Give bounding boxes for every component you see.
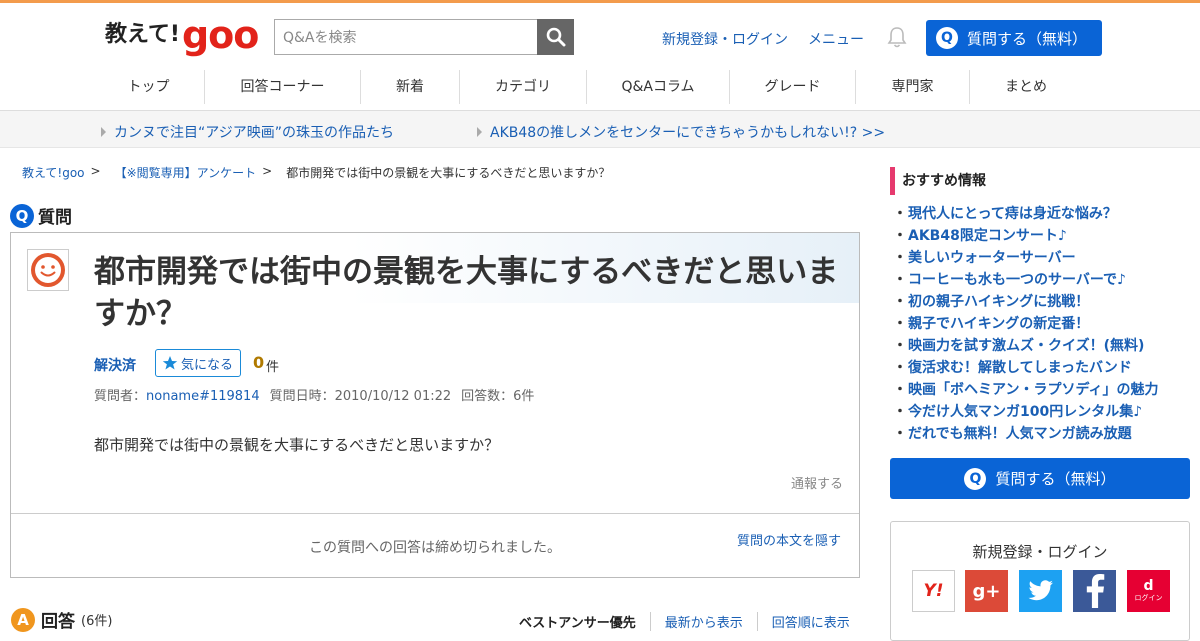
nav-item-matome[interactable]: まとめ: [970, 70, 1082, 104]
nav-item-category[interactable]: カテゴリ: [460, 70, 587, 104]
breadcrumb-home[interactable]: 教えて!goo: [22, 164, 85, 181]
report-link[interactable]: 通報する: [791, 473, 843, 492]
recommended-item[interactable]: ・コーヒーも水も一つのサーバーで♪: [893, 271, 1158, 293]
logo-brand: goo: [181, 13, 259, 57]
site-header: 教えて! goo Q&Aを検索 新規登録・ログイン メニュー Q 質問する（無料…: [0, 3, 1200, 69]
docomo-login-icon[interactable]: d ログイン: [1127, 570, 1170, 612]
nav-item-qa-column[interactable]: Q&Aコラム: [587, 70, 730, 104]
logo-text: 教えて!: [105, 22, 180, 47]
menu-link[interactable]: メニュー: [808, 29, 864, 49]
ask-button-label: 質問する（無料）: [967, 29, 1088, 48]
watch-count: 0: [253, 353, 265, 372]
promo-link-label: AKB48の推しメンをセンターにできちゃうかもしれない!? >>: [490, 125, 886, 141]
promo-link-label: カンヌで注目“アジア映画”の珠玉の作品たち: [114, 125, 394, 141]
main-nav: トップ 回答コーナー 新着 カテゴリ Q&Aコラム グレード 専門家 まとめ: [93, 70, 1082, 106]
register-login-link[interactable]: 新規登録・ログイン: [662, 29, 788, 49]
arrow-right-icon: [101, 127, 106, 137]
answer-a-icon: A: [11, 607, 35, 632]
question-title: 都市開発では街中の景観を大事にするべきだと思いますか？: [94, 254, 839, 332]
ask-question-button[interactable]: Q 質問する（無料）: [926, 20, 1102, 56]
asker-label: 質問者：: [94, 389, 147, 404]
promo-link-asian-film[interactable]: カンヌで注目“アジア映画”の珠玉の作品たち: [101, 122, 394, 142]
question-q-icon: Q: [964, 467, 987, 490]
promo-link-akb48[interactable]: AKB48の推しメンをセンターにできちゃうかもしれない!? >>: [477, 122, 885, 142]
login-title: 新規登録・ログイン: [972, 543, 1108, 561]
answer-sort-options: ベストアンサー優先 最新から表示 回答順に表示: [505, 612, 864, 631]
google-plus-login-icon[interactable]: g+: [965, 570, 1008, 612]
watch-button[interactable]: 気になる: [155, 349, 241, 377]
nav-item-experts[interactable]: 専門家: [856, 70, 970, 104]
watch-button-label: 気になる: [181, 357, 234, 373]
arrow-right-icon: [477, 127, 482, 137]
answers-section-heading: A 回答 (6件): [11, 607, 112, 632]
star-icon: [162, 356, 178, 370]
yahoo-login-icon[interactable]: Y!: [912, 570, 955, 612]
site-logo[interactable]: 教えて! goo: [105, 13, 259, 57]
avatar[interactable]: [27, 249, 69, 291]
notification-bell-icon[interactable]: [886, 25, 908, 49]
question-card: 都市開発では街中の景観を大事にするべきだと思いますか？ 解決済 気になる 0 件…: [10, 232, 860, 578]
docomo-d-mark: d: [1143, 578, 1154, 594]
breadcrumb-separator: >: [262, 164, 273, 178]
recommended-item[interactable]: ・復活求む！解散してしまったバンド: [893, 359, 1158, 381]
twitter-login-icon[interactable]: [1019, 570, 1062, 612]
facebook-login-icon[interactable]: [1073, 570, 1116, 612]
ask-button-label: 質問する（無料）: [995, 470, 1116, 488]
question-body: 都市開発では街中の景観を大事にするべきだと思いますか？: [94, 436, 500, 454]
recommended-list: ・現代人にとって痔は身近な悩み？ ・AKB48限定コンサート♪ ・美しいウォータ…: [893, 205, 1158, 447]
question-q-icon: Q: [936, 27, 958, 49]
resolved-status: 解決済: [94, 358, 136, 374]
recommended-item[interactable]: ・AKB48限定コンサート♪: [893, 227, 1158, 249]
nav-item-grade[interactable]: グレード: [730, 70, 856, 104]
recommended-heading: おすすめ情報: [890, 167, 986, 195]
breadcrumb-current: 都市開発では街中の景観を大事にするべきだと思いますか？: [286, 166, 611, 180]
section-title: 回答: [41, 612, 75, 632]
question-meta: 質問者：noname#119814 質問日時：2010/10/12 01:22 …: [94, 385, 534, 404]
breadcrumb: 教えて!goo > 【※閲覧専用】アンケート > 都市開発では街中の景観を大事に…: [22, 164, 610, 181]
watch-count-unit: 件: [266, 360, 280, 375]
promo-bar: カンヌで注目“アジア映画”の珠玉の作品たち AKB48の推しメンをセンターにでき…: [0, 111, 1200, 148]
question-card-divider: [11, 513, 859, 514]
smiley-avatar-icon: [31, 253, 65, 287]
answer-count: 回答数：6件: [461, 389, 535, 404]
closed-message: この質問への回答は締め切られました。: [309, 540, 561, 556]
asker-info: 質問者：noname#119814: [94, 385, 260, 404]
question-q-icon: Q: [10, 203, 34, 228]
sidebar-ask-question-button[interactable]: Q 質問する（無料）: [890, 458, 1190, 499]
question-section-heading: Q 質問: [10, 203, 72, 228]
recommended-item[interactable]: ・映画「ボヘミアン・ラプソディ」の魅力: [893, 381, 1158, 403]
recommended-item[interactable]: ・初の親子ハイキングに挑戦！: [893, 293, 1158, 315]
login-box: 新規登録・ログイン Y! g+ d ログイン: [890, 521, 1190, 641]
nav-item-new[interactable]: 新着: [361, 70, 460, 104]
nav-item-answer-corner[interactable]: 回答コーナー: [205, 70, 361, 104]
question-date: 質問日時：2010/10/12 01:22: [269, 389, 452, 404]
hide-body-link[interactable]: 質問の本文を隠す: [737, 530, 841, 549]
recommended-item[interactable]: ・美しいウォーターサーバー: [893, 249, 1158, 271]
recommended-item[interactable]: ・だれでも無料！人気マンガ読み放題: [893, 425, 1158, 447]
nav-item-top[interactable]: トップ: [93, 70, 205, 104]
search-button[interactable]: [537, 19, 574, 55]
asker-link[interactable]: noname#119814: [146, 389, 260, 404]
sort-best-answer[interactable]: ベストアンサー優先: [505, 612, 651, 631]
section-title: 質問: [38, 208, 72, 228]
recommended-item[interactable]: ・親子でハイキングの新定番！: [893, 315, 1158, 337]
answers-count: (6件): [81, 614, 113, 629]
breadcrumb-category[interactable]: 【※閲覧専用】アンケート: [115, 164, 257, 181]
sort-newest[interactable]: 最新から表示: [651, 612, 758, 631]
breadcrumb-separator: >: [90, 164, 101, 178]
search-input[interactable]: Q&Aを検索: [274, 19, 538, 55]
recommended-item[interactable]: ・現代人にとって痔は身近な悩み？: [893, 205, 1158, 227]
docomo-login-label: ログイン: [1134, 594, 1163, 602]
sort-answer-order[interactable]: 回答順に表示: [758, 612, 864, 631]
recommended-item[interactable]: ・映画力を試す激ムズ・クイズ！(無料): [893, 337, 1158, 359]
search-icon: [546, 27, 565, 47]
recommended-item[interactable]: ・今だけ人気マンガ100円レンタル集♪: [893, 403, 1158, 425]
